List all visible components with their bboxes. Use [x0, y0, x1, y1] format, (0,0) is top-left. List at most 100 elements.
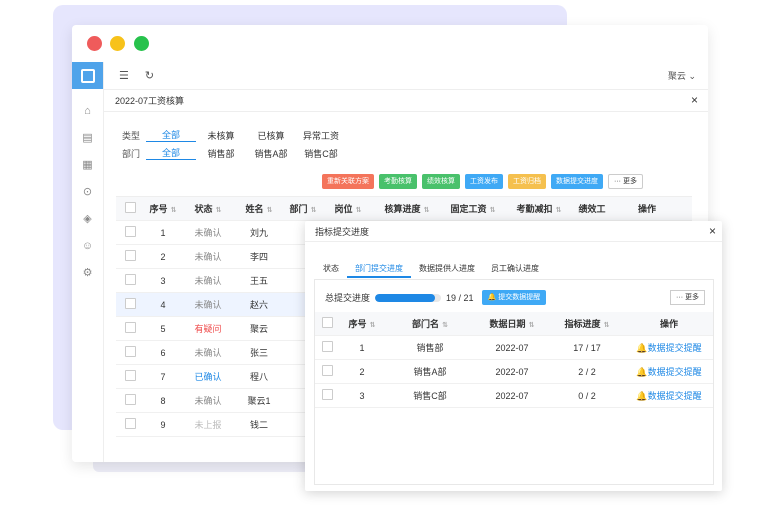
refresh-icon[interactable]: ↻ — [145, 69, 154, 82]
submit-reminder-button[interactable]: 🔔 提交数据提醒 — [481, 290, 547, 305]
row-checkbox[interactable] — [124, 322, 136, 333]
filter-type-unsettled[interactable]: 未核算 — [196, 129, 246, 142]
cell-progress: 0 / 2 — [578, 390, 596, 401]
dcol-dept[interactable]: 部门名 ⇅ — [385, 317, 475, 330]
cell-name: 王五 — [249, 276, 268, 286]
app-logo — [72, 62, 103, 89]
progress-row: 总提交进度 19 / 21 🔔 提交数据提醒 ··· 更多 — [325, 290, 705, 305]
filter-type-label: 类型 — [121, 130, 140, 141]
row-checkbox[interactable] — [124, 226, 136, 237]
page-tab-title[interactable]: 2022-07工资核算 — [115, 94, 184, 107]
clipboard-icon[interactable]: ▤ — [72, 124, 103, 151]
salary-publish-button[interactable]: 工资发布 — [465, 174, 503, 189]
row-checkbox[interactable] — [124, 298, 136, 309]
cell-name: 程八 — [249, 372, 268, 382]
select-all-checkbox[interactable] — [124, 202, 136, 213]
top-bar: ☰ ↻ 聚云 ⌄ — [103, 62, 708, 90]
close-window-button[interactable] — [87, 36, 102, 51]
col-status[interactable]: 状态 ⇅ — [182, 202, 234, 215]
cell-name: 赵六 — [249, 300, 268, 310]
settings-gear-icon[interactable]: ⚙ — [72, 259, 103, 286]
tab-dept-progress[interactable]: 部门提交进度 — [347, 261, 411, 278]
filter-type-all[interactable]: 全部 — [146, 128, 196, 142]
row-checkbox[interactable] — [124, 394, 136, 405]
row-checkbox[interactable] — [321, 365, 333, 376]
cell-status: 未确认 — [194, 228, 222, 238]
filter-dept-sales[interactable]: 销售部 — [196, 147, 246, 160]
salary-archive-button[interactable]: 工资归档 — [508, 174, 546, 189]
performance-calc-button[interactable]: 绩效核算 — [422, 174, 460, 189]
col-calc-progress[interactable]: 核算进度 ⇅ — [374, 202, 440, 215]
cell-no: 2 — [359, 366, 365, 377]
attendance-calc-button[interactable]: 考勤核算 — [379, 174, 417, 189]
row-checkbox[interactable] — [321, 389, 333, 400]
col-attendance-deduct[interactable]: 考勤减扣 ⇅ — [506, 202, 572, 215]
data-submit-reminder-link[interactable]: 🔔数据提交提醒 — [625, 365, 713, 378]
filter-dept-sales-c[interactable]: 销售C部 — [296, 147, 346, 160]
tab-status[interactable]: 状态 — [315, 261, 347, 276]
more-button[interactable]: ··· 更多 — [608, 174, 643, 189]
row-checkbox[interactable] — [321, 341, 333, 352]
close-tab-icon[interactable]: × — [691, 93, 698, 107]
upload-icon[interactable]: ⊙ — [72, 178, 103, 205]
dialog-more-button[interactable]: ··· 更多 — [670, 290, 705, 305]
dialog-close-icon[interactable]: × — [709, 224, 716, 238]
dcol-action-label: 操作 — [659, 319, 678, 329]
col-name[interactable]: 姓名 ⇅ — [234, 202, 284, 215]
col-post[interactable]: 岗位 ⇅ — [322, 202, 374, 215]
col-performance-label: 绩效工 — [578, 204, 606, 214]
cell-name: 聚云1 — [247, 396, 271, 406]
menu-toggle-icon[interactable]: ☰ — [119, 69, 129, 82]
tab-provider-progress[interactable]: 数据提供人进度 — [411, 261, 483, 276]
submit-reminder-label: 提交数据提醒 — [498, 294, 541, 301]
dcol-date[interactable]: 数据日期 ⇅ — [475, 317, 549, 330]
tab-employee-confirm[interactable]: 员工确认进度 — [483, 261, 547, 276]
row-checkbox[interactable] — [124, 274, 136, 285]
data-submit-reminder-link[interactable]: 🔔数据提交提醒 — [625, 341, 713, 354]
data-submit-reminder-link[interactable]: 🔔数据提交提醒 — [625, 389, 713, 402]
user-icon[interactable]: ☺ — [72, 232, 103, 259]
filter-dept-sales-a[interactable]: 销售A部 — [246, 147, 296, 160]
dcol-no[interactable]: 序号 ⇅ — [339, 317, 385, 330]
filter-row-dept: 部门 全部 销售部 销售A部 销售C部 — [116, 144, 702, 162]
col-fixed-salary-label: 固定工资 — [450, 204, 487, 214]
filter-type-settled[interactable]: 已核算 — [246, 129, 296, 142]
maximize-window-button[interactable] — [134, 36, 149, 51]
cell-no: 6 — [160, 347, 166, 358]
col-dept[interactable]: 部门 ⇅ — [284, 202, 322, 215]
table-row: 3 销售C部 2022-07 0 / 2 🔔数据提交提醒 — [315, 384, 713, 408]
col-post-label: 岗位 — [334, 204, 353, 214]
row-checkbox[interactable] — [124, 370, 136, 381]
sort-icon: ⇅ — [215, 207, 222, 214]
filter-dept-all[interactable]: 全部 — [146, 146, 196, 160]
reminder-link-label: 数据提交提醒 — [647, 367, 702, 377]
dcol-progress[interactable]: 指标进度 ⇅ — [549, 317, 625, 330]
row-checkbox[interactable] — [124, 346, 136, 357]
cell-name: 刘九 — [249, 228, 268, 238]
layers-icon[interactable]: ◈ — [72, 205, 103, 232]
bell-icon: 🔔 — [636, 343, 648, 353]
filter-type-abnormal[interactable]: 异常工资 — [296, 129, 346, 142]
dcol-action: 操作 — [625, 317, 713, 330]
reminder-link-label: 数据提交提醒 — [647, 391, 702, 401]
dialog-title: 指标提交进度 — [315, 226, 370, 237]
grid-icon[interactable]: ▦ — [72, 151, 103, 178]
home-icon[interactable]: ⌂ — [72, 97, 103, 124]
cell-dept: 销售部 — [416, 343, 444, 353]
row-checkbox[interactable] — [124, 250, 136, 261]
col-name-label: 姓名 — [245, 204, 264, 214]
dialog-select-all-checkbox[interactable] — [321, 317, 333, 328]
dept-progress-body: 1 销售部 2022-07 17 / 17 🔔数据提交提醒 2 销售A部 2022-07 2 /… — [315, 336, 713, 408]
title-bar — [72, 25, 708, 62]
col-performance[interactable]: 绩效工 — [572, 202, 612, 215]
row-checkbox[interactable] — [124, 418, 136, 429]
col-no[interactable]: 序号 ⇅ — [144, 202, 182, 215]
data-submit-progress-button[interactable]: 数据提交进度 — [551, 174, 603, 189]
minimize-window-button[interactable] — [110, 36, 125, 51]
sort-icon: ⇅ — [355, 207, 362, 214]
col-fixed-salary[interactable]: 固定工资 ⇅ — [440, 202, 506, 215]
user-menu[interactable]: 聚云 ⌄ — [668, 69, 696, 82]
relink-scheme-button[interactable]: 重新关联方案 — [322, 174, 374, 189]
cell-no: 8 — [160, 395, 166, 406]
sort-icon: ⇅ — [423, 207, 430, 214]
